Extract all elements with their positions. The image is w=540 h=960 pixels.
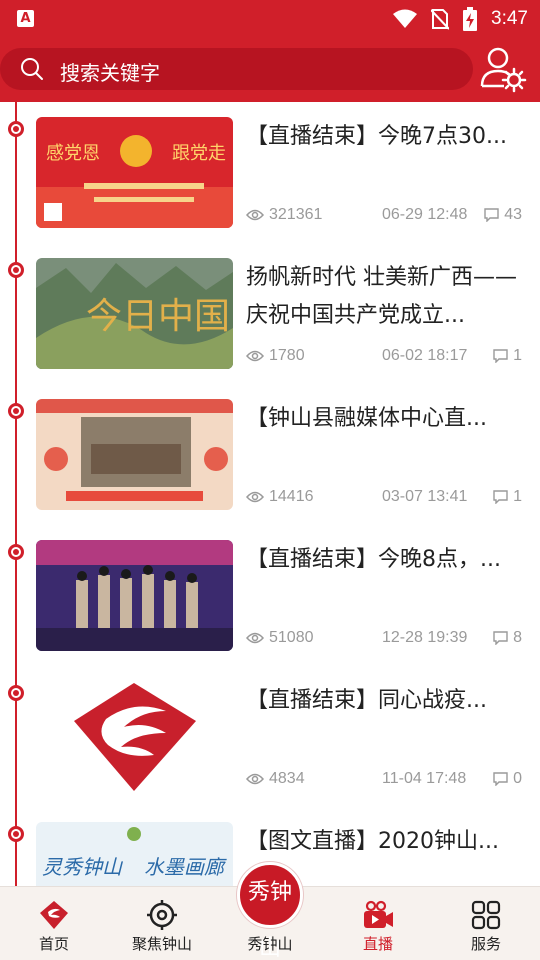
- comment-icon: [493, 772, 508, 786]
- item-title[interactable]: 【直播结束】同心战疫...: [246, 682, 524, 720]
- list-item[interactable]: 【钟山县融媒体中心直... 14416 03-07 13:41 1: [0, 384, 540, 525]
- nav-focus[interactable]: 聚焦钟山: [108, 887, 216, 960]
- view-count-value: 1780: [269, 347, 305, 364]
- comment-count-value: 0: [513, 770, 522, 787]
- comment-icon: [493, 349, 508, 363]
- search-bar[interactable]: 搜索关键字: [0, 48, 473, 90]
- view-count: 321361: [246, 206, 322, 224]
- wifi-icon: [393, 9, 418, 28]
- home-logo-icon: [40, 901, 68, 929]
- view-count: 4834: [246, 770, 305, 788]
- comment-count: 0: [493, 770, 522, 788]
- list-item[interactable]: 感党恩 跟党走 【直播结束】今晚7点30... 321361 06-29 12:…: [0, 102, 540, 243]
- search-icon: [21, 58, 43, 80]
- comment-count: 1: [493, 488, 522, 506]
- comment-icon: [493, 631, 508, 645]
- thumbnail-image: [36, 399, 233, 510]
- eye-icon: [246, 773, 264, 785]
- grid-icon: [471, 900, 501, 930]
- comment-icon: [484, 208, 499, 222]
- xiu-zhongshan-logo-icon[interactable]: 秀钟山: [237, 862, 303, 960]
- app-header: A 3:47 搜索关键字: [0, 0, 540, 102]
- nav-service-label: 服务: [470, 935, 501, 953]
- eye-icon: [246, 491, 264, 503]
- no-sim-icon: [431, 9, 450, 30]
- publish-date: 03-07 13:41: [382, 488, 468, 505]
- eye-icon: [246, 350, 264, 362]
- comment-count: 8: [493, 629, 522, 647]
- svg-text:灵秀钟山: 灵秀钟山: [42, 855, 124, 879]
- view-count: 14416: [246, 488, 314, 506]
- comment-icon: [493, 490, 508, 504]
- item-title[interactable]: 【直播结束】今晚8点，...: [246, 541, 524, 579]
- nav-service[interactable]: 服务: [432, 887, 540, 960]
- comment-count: 1: [493, 347, 522, 365]
- user-settings-icon[interactable]: [478, 44, 528, 94]
- nav-home-label: 首页: [38, 935, 69, 953]
- status-bar: A 3:47: [0, 0, 540, 38]
- eye-icon: [246, 632, 264, 644]
- thumbnail-logo: [36, 681, 233, 792]
- svg-text:感党恩: 感党恩: [46, 143, 100, 164]
- view-count-value: 321361: [269, 206, 323, 223]
- item-meta: 4834 11-04 17:48 0: [246, 770, 522, 792]
- view-count-value: 14416: [269, 488, 314, 505]
- item-meta: 51080 12-28 19:39 8: [246, 629, 522, 651]
- timeline-dot: [8, 262, 24, 278]
- live-camera-icon: [364, 900, 393, 928]
- item-title[interactable]: 【直播结束】今晚7点30...: [246, 118, 524, 156]
- item-title[interactable]: 【钟山县融媒体中心直...: [246, 400, 524, 438]
- clock: 3:47: [491, 8, 528, 29]
- thumbnail-image: 灵秀钟山 水墨画廊: [36, 822, 233, 886]
- comment-count-value: 1: [513, 347, 522, 364]
- svg-text:跟党走: 跟党走: [172, 143, 226, 164]
- nav-home[interactable]: 首页: [0, 887, 108, 960]
- timeline-dot: [8, 826, 24, 842]
- publish-date: 11-04 17:48: [382, 770, 467, 787]
- item-meta: 14416 03-07 13:41 1: [246, 488, 522, 510]
- status-icons: 3:47: [393, 6, 528, 32]
- publish-date: 12-28 19:39: [382, 629, 468, 646]
- list-item[interactable]: 【直播结束】今晚8点，... 51080 12-28 19:39 8: [0, 525, 540, 666]
- publish-date: 06-02 18:17: [382, 347, 468, 364]
- view-count: 1780: [246, 347, 305, 365]
- timeline-dot: [8, 403, 24, 419]
- nav-focus-label: 聚焦钟山: [131, 935, 192, 953]
- app-notification-icon: A: [17, 10, 34, 27]
- svg-text:水墨画廊: 水墨画廊: [144, 855, 227, 879]
- list-item[interactable]: 【直播结束】同心战疫... 4834 11-04 17:48 0: [0, 666, 540, 807]
- target-icon: [147, 900, 177, 930]
- battery-charging-icon: [463, 7, 478, 31]
- thumbnail-image: 今日中国: [36, 258, 233, 369]
- item-meta: 321361 06-29 12:48 43: [246, 206, 522, 228]
- search-input[interactable]: 搜索关键字: [60, 57, 160, 86]
- list-item[interactable]: 今日中国 扬帆新时代 壮美新广西——庆祝中国共产党成立... 1780 06-0…: [0, 243, 540, 384]
- view-count: 51080: [246, 629, 314, 647]
- comment-count-value: 43: [504, 206, 522, 223]
- view-count-value: 51080: [269, 629, 314, 646]
- item-title[interactable]: 扬帆新时代 壮美新广西——庆祝中国共产党成立...: [246, 259, 524, 337]
- nav-live[interactable]: 直播: [324, 887, 432, 960]
- timeline-dot: [8, 544, 24, 560]
- thumbnail-image: 感党恩 跟党走: [36, 117, 233, 228]
- item-title[interactable]: 【图文直播】2020钟山...: [246, 823, 524, 861]
- comment-count: 43: [484, 206, 522, 224]
- timeline-dot: [8, 685, 24, 701]
- view-count-value: 4834: [269, 770, 305, 787]
- comment-count-value: 1: [513, 488, 522, 505]
- svg-text:今日中国: 今日中国: [86, 296, 230, 337]
- thumbnail-image: [36, 540, 233, 651]
- timeline-dot: [8, 121, 24, 137]
- eye-icon: [246, 209, 264, 221]
- item-meta: 1780 06-02 18:17 1: [246, 347, 522, 369]
- publish-date: 06-29 12:48: [382, 206, 468, 223]
- comment-count-value: 8: [513, 629, 522, 646]
- nav-live-label: 直播: [362, 935, 393, 953]
